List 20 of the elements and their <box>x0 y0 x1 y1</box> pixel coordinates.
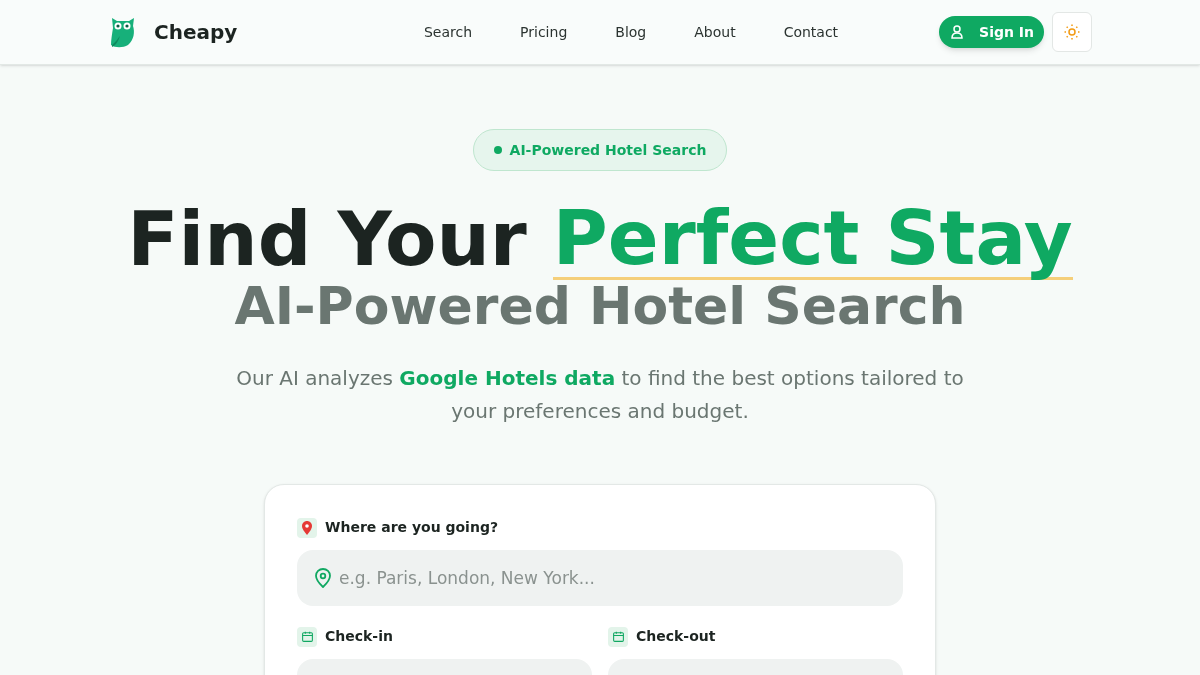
calendar-icon <box>297 626 317 647</box>
destination-label: Where are you going? <box>325 518 499 537</box>
headline-highlight: Perfect Stay <box>552 199 1073 280</box>
theme-toggle-button[interactable] <box>1052 12 1092 52</box>
location-icon <box>315 568 331 588</box>
nav-link[interactable]: Pricing <box>520 21 568 43</box>
nav-link[interactable]: About <box>694 21 736 43</box>
user-icon <box>951 25 964 39</box>
calendar-icon <box>608 626 628 647</box>
pin-icon <box>297 517 317 538</box>
sun-icon <box>1063 23 1081 41</box>
description-text: Our AI analyzes Google Hotels data to find the best options tailored to your preferences and budget. <box>235 365 965 425</box>
destination-field[interactable]: e.g. Paris, London, New York... <box>297 550 903 606</box>
date-label: Check-out <box>636 627 716 646</box>
nav-link[interactable]: Contact <box>783 21 839 43</box>
nav-link[interactable]: Search <box>423 21 473 43</box>
brand-name: Cheapy <box>154 19 238 46</box>
badge-text: AI-Powered Hotel Search <box>509 140 707 160</box>
date-label: Check-in <box>325 627 393 646</box>
nav-link[interactable]: Blog <box>615 21 647 43</box>
